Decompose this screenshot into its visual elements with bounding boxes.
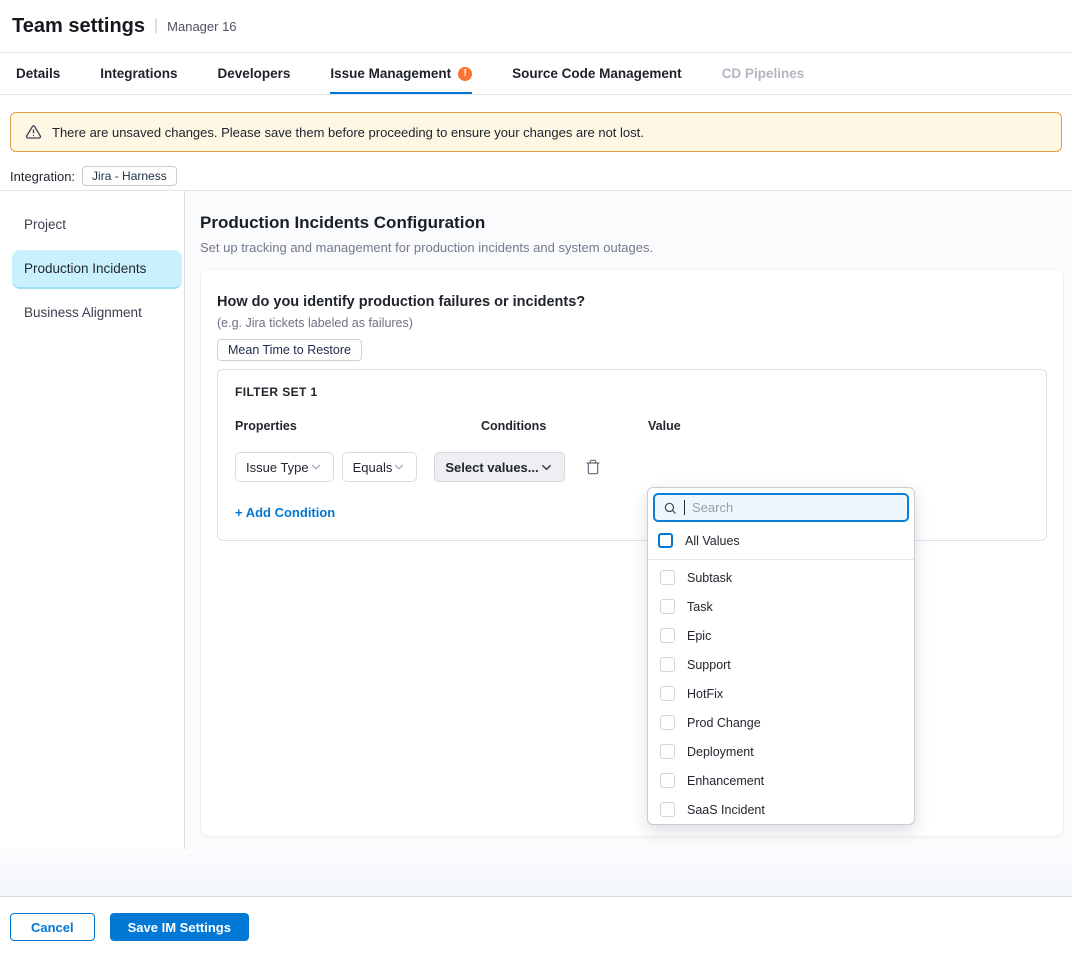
tab-source-code-management[interactable]: Source Code Management [512, 53, 682, 94]
checkbox[interactable] [660, 744, 675, 759]
sidebar-item-production-incidents[interactable]: Production Incidents [12, 250, 182, 289]
unsaved-changes-text: There are unsaved changes. Please save t… [52, 125, 644, 140]
tab-developers[interactable]: Developers [218, 53, 291, 94]
condition-select[interactable]: Equals [342, 452, 418, 482]
chevron-down-icon [309, 460, 323, 474]
save-im-settings-button[interactable]: Save IM Settings [110, 913, 249, 941]
option-deployment[interactable]: Deployment [650, 737, 914, 766]
checkbox[interactable] [660, 657, 675, 672]
option-subtask[interactable]: Subtask [650, 563, 914, 592]
cancel-button[interactable]: Cancel [10, 913, 95, 941]
checkbox[interactable] [660, 715, 675, 730]
add-condition-button[interactable]: + Add Condition [235, 505, 335, 520]
page-header: Team settings | Manager 16 [0, 0, 1072, 53]
text-caret [684, 500, 685, 515]
dropdown-search-input[interactable] [692, 500, 899, 515]
checkbox[interactable] [660, 773, 675, 788]
integration-chip[interactable]: Jira - Harness [82, 166, 177, 186]
conditions-column-label: Conditions [481, 419, 631, 433]
metric-chip-mttr[interactable]: Mean Time to Restore [217, 339, 362, 361]
delete-filter-button[interactable] [585, 459, 601, 475]
question-hint: (e.g. Jira tickets labeled as failures) [217, 317, 1047, 330]
section-title: Production Incidents Configuration [200, 213, 1064, 233]
option-hotfix[interactable]: HotFix [650, 679, 914, 708]
page-subtitle: Manager 16 [167, 19, 236, 34]
checkbox[interactable] [660, 686, 675, 701]
bottom-spacer-strip [0, 849, 1072, 897]
checkbox[interactable] [660, 628, 675, 643]
filter-column-headers: Properties Conditions Value [235, 419, 1029, 433]
checkbox[interactable] [660, 570, 675, 585]
question-heading: How do you identify production failures … [217, 295, 1047, 310]
tab-issue-management[interactable]: Issue Management ! [330, 53, 472, 94]
tab-details[interactable]: Details [16, 53, 60, 94]
filter-condition-row: Issue Type Equals Select values... [235, 452, 1029, 482]
chevron-down-icon [392, 460, 406, 474]
integration-label: Integration: [10, 169, 75, 184]
section-subtitle: Set up tracking and management for produ… [200, 241, 1064, 254]
value-column-label: Value [648, 419, 983, 433]
option-prod-change[interactable]: Prod Change [650, 708, 914, 737]
filter-set-title: FILTER SET 1 [235, 385, 1029, 399]
all-values-checkbox[interactable] [658, 533, 673, 548]
value-dropdown-popover: All Values Subtask Task Epic Support Hot… [647, 487, 915, 825]
sidebar-item-project[interactable]: Project [12, 206, 182, 245]
search-icon [663, 501, 677, 515]
title-divider: | [154, 17, 158, 35]
alert-badge-icon: ! [458, 67, 472, 81]
integration-row: Integration: Jira - Harness [0, 165, 1072, 187]
tab-cd-pipelines[interactable]: CD Pipelines [722, 53, 805, 94]
tab-integrations[interactable]: Integrations [100, 53, 177, 94]
dropdown-option-list[interactable]: Subtask Task Epic Support HotFix Prod Ch… [648, 560, 914, 825]
checkbox[interactable] [660, 802, 675, 817]
option-customer-notification[interactable]: Customer Notification [650, 824, 914, 825]
dropdown-search-box [653, 493, 909, 522]
property-select[interactable]: Issue Type [235, 452, 334, 482]
checkbox[interactable] [660, 599, 675, 614]
properties-column-label: Properties [235, 419, 473, 433]
warning-triangle-icon [25, 124, 42, 140]
team-settings-page: Team settings | Manager 16 Details Integ… [0, 0, 1072, 956]
option-all-values[interactable]: All Values [648, 527, 914, 556]
trash-icon [585, 459, 601, 475]
filter-set-1: FILTER SET 1 Properties Conditions Value… [217, 369, 1047, 541]
value-multiselect[interactable]: Select values... [434, 452, 564, 482]
tab-bar: Details Integrations Developers Issue Ma… [0, 53, 1072, 95]
unsaved-changes-banner: There are unsaved changes. Please save t… [10, 112, 1062, 152]
sidebar-item-business-alignment[interactable]: Business Alignment [12, 294, 182, 333]
main-panel: Production Incidents Configuration Set u… [185, 191, 1072, 849]
settings-sidebar: Project Production Incidents Business Al… [0, 191, 185, 849]
option-enhancement[interactable]: Enhancement [650, 766, 914, 795]
page-title: Team settings [12, 15, 145, 38]
incidents-config-card: How do you identify production failures … [200, 269, 1064, 837]
chevron-down-icon [539, 460, 554, 475]
option-saas-incident[interactable]: SaaS Incident [650, 795, 914, 824]
option-support[interactable]: Support [650, 650, 914, 679]
footer-action-bar: Cancel Save IM Settings [0, 897, 1072, 956]
option-task[interactable]: Task [650, 592, 914, 621]
option-epic[interactable]: Epic [650, 621, 914, 650]
